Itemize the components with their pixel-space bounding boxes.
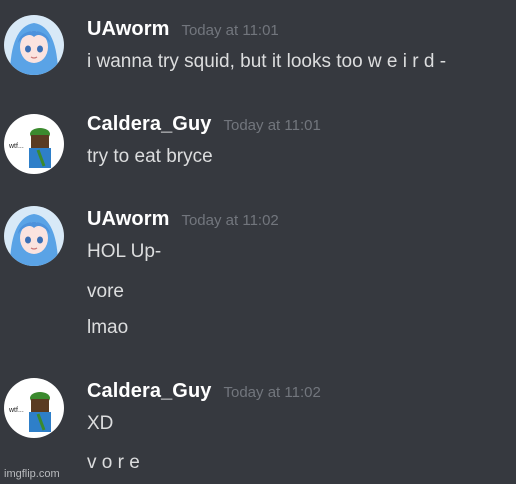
username[interactable]: UAworm	[87, 208, 169, 231]
green-cap-character-avatar-icon[interactable]: wtf...	[4, 114, 64, 174]
message-text: vore	[87, 281, 124, 302]
username[interactable]: UAworm	[87, 18, 169, 41]
anime-girl-avatar-icon[interactable]	[4, 206, 64, 266]
username[interactable]: Caldera_Guy	[87, 380, 212, 403]
timestamp: Today at 11:02	[181, 212, 279, 229]
message-text: v o r e	[87, 452, 140, 473]
avatar-text: wtf...	[8, 407, 24, 414]
anime-girl-avatar-icon[interactable]	[4, 15, 64, 75]
timestamp: Today at 11:01	[223, 117, 321, 134]
watermark: imgflip.com	[4, 468, 60, 480]
timestamp: Today at 11:02	[223, 384, 321, 401]
message-text: XD	[87, 413, 114, 434]
message-text: HOL Up-	[87, 241, 162, 262]
avatar-text: wtf...	[8, 143, 24, 150]
chat-log: UAworm Today at 11:01 i wanna try squid,…	[0, 0, 516, 484]
timestamp: Today at 11:01	[181, 22, 279, 39]
message-text: i wanna try squid, but it looks too w e …	[87, 51, 447, 72]
message-text: lmao	[87, 317, 129, 338]
green-cap-character-avatar-icon[interactable]: wtf...	[4, 378, 64, 438]
message-text: try to eat bryce	[87, 146, 213, 167]
username[interactable]: Caldera_Guy	[87, 113, 212, 136]
